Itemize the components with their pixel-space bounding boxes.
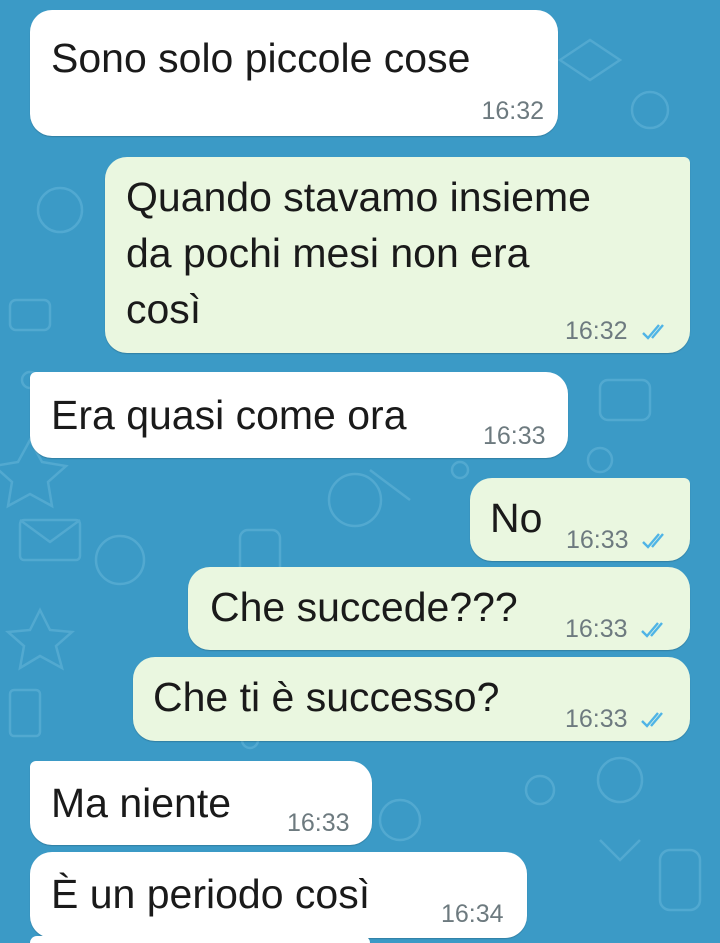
message-bubble-partial [30,936,370,943]
message-bubble-incoming[interactable]: Sono solo piccole cose 16:32 [30,10,558,136]
double-check-read-icon [641,712,663,728]
message-bubble-outgoing[interactable]: Che succede??? 16:33 [188,567,690,650]
double-check-read-icon [642,533,664,549]
message-text: No [490,495,543,541]
message-timestamp: 16:32 [565,317,628,345]
message-timestamp: 16:33 [565,615,628,643]
message-text: Ma niente [51,780,232,826]
message-timestamp: 16:32 [481,97,544,125]
message-timestamp: 16:33 [565,705,628,733]
message-text: Era quasi come ora [51,392,407,438]
message-text: Che succede??? [210,584,518,630]
message-bubble-outgoing[interactable]: Che ti è successo? 16:33 [133,657,690,741]
double-check-read-icon [642,324,664,340]
message-timestamp: 16:34 [441,900,504,928]
message-text: Quando stavamo insieme da pochi mesi non… [126,174,591,332]
message-text: Sono solo piccole cose [51,35,471,81]
message-timestamp: 16:33 [287,809,350,837]
message-text: Che ti è successo? [153,674,500,720]
message-bubble-outgoing[interactable]: No 16:33 [470,478,690,561]
message-bubble-incoming[interactable]: Era quasi come ora 16:33 [30,372,568,458]
message-bubble-incoming[interactable]: È un periodo così 16:34 [30,852,527,938]
message-bubble-outgoing[interactable]: Quando stavamo insieme da pochi mesi non… [105,157,690,353]
message-bubble-incoming[interactable]: Ma niente 16:33 [30,761,372,845]
double-check-read-icon [641,622,663,638]
message-timestamp: 16:33 [483,422,546,450]
message-timestamp: 16:33 [566,526,629,554]
message-text: È un periodo così [51,871,371,917]
